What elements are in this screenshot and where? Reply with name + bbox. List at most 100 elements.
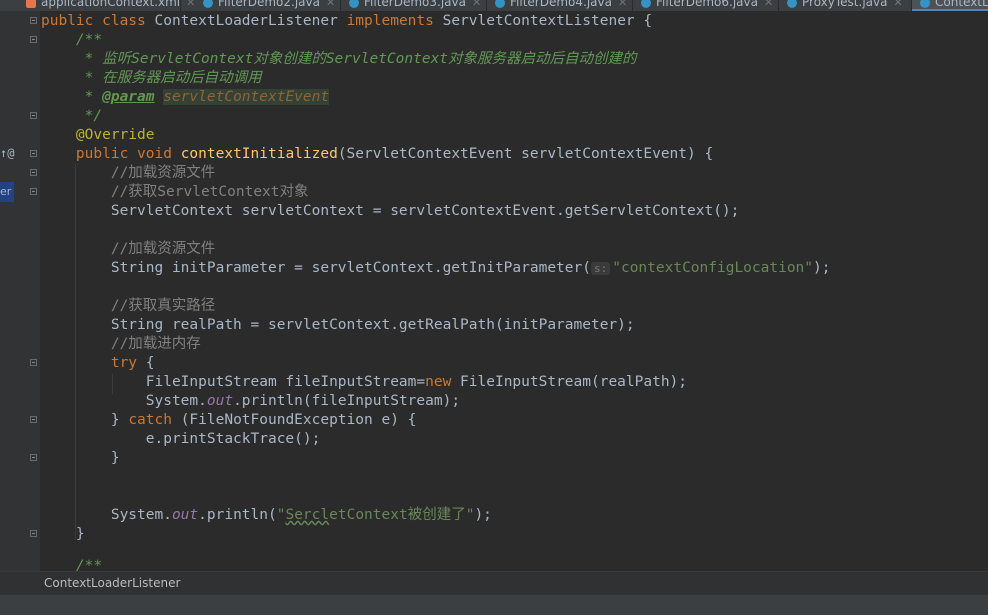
xml-file-icon	[26, 0, 36, 8]
code-line-22: }	[41, 450, 120, 466]
override-method-icon[interactable]: ↑@	[0, 146, 14, 160]
code-text: .println(	[198, 507, 277, 523]
breadcrumb[interactable]: ContextLoaderListener	[44, 576, 180, 590]
static-field: out	[171, 507, 199, 523]
fold-toggle-icon[interactable]	[30, 188, 37, 195]
fold-toggle-icon[interactable]	[30, 17, 37, 24]
code-text: FileInputStream(realPath);	[451, 374, 688, 390]
tab-contextloaderlistener[interactable]: ContextL	[912, 0, 988, 11]
code-line-8: public void contextInitialized(ServletCo…	[41, 145, 713, 164]
method-params: (ServletContextEvent servletContextEvent…	[337, 146, 714, 162]
java-class-icon	[203, 0, 213, 8]
keyword: implements	[346, 13, 443, 29]
code-line-3: * 监听ServletContext对象创建的ServletContext对象服…	[41, 51, 637, 67]
tab-label: FilterDemo2.java	[218, 0, 320, 9]
code-text: String initParameter = servletContext.ge…	[41, 260, 591, 276]
tab-application-context-xml[interactable]: applicationContext.xml ✕	[18, 0, 195, 11]
code-line-11: ServletContext servletContext = servletC…	[41, 203, 740, 219]
code-text: }	[41, 412, 129, 428]
doc-space	[155, 89, 164, 105]
keyword: catch	[128, 412, 172, 428]
code-line-14: //获取真实路径	[41, 298, 216, 314]
code-line-10: //获取ServletContext对象	[41, 184, 309, 200]
fold-toggle-icon[interactable]	[30, 530, 37, 537]
code-line-7: @Override	[41, 127, 155, 143]
code-line-15: String realPath = servletContext.getReal…	[41, 317, 635, 333]
bottom-strip	[0, 595, 988, 615]
close-icon[interactable]: ✕	[893, 0, 902, 9]
code-line-1: public class ContextLoaderListener imple…	[41, 12, 652, 31]
fold-toggle-icon[interactable]	[30, 169, 37, 176]
tab-label: applicationContext.xml	[41, 0, 181, 9]
editor-gutter: ↑@	[0, 11, 40, 571]
code-line-20: } catch (FileNotFoundException e) {	[41, 411, 417, 430]
fold-toggle-icon[interactable]	[30, 150, 37, 157]
close-icon[interactable]: ✕	[186, 0, 195, 9]
code-line-19: System.out.println(fileInputStream);	[41, 392, 460, 411]
code-line-18: FileInputStream fileInputStream=new File…	[41, 373, 687, 392]
code-line-23: System.out.println("SercletContext被创建了")…	[41, 506, 492, 525]
code-text: );	[474, 507, 492, 523]
fold-toggle-icon[interactable]	[30, 416, 37, 423]
code-line-4: * 在服务器启动后自动调用	[41, 70, 262, 86]
code-line-13: String initParameter = servletContext.ge…	[41, 259, 831, 278]
string-literal: etContext被创建了"	[329, 507, 475, 523]
code-text: );	[813, 260, 831, 276]
static-field: out	[206, 393, 234, 409]
java-class-icon	[787, 0, 797, 8]
code-line-17: try {	[41, 354, 155, 373]
java-class-icon	[920, 0, 930, 8]
close-icon[interactable]: ✕	[326, 0, 335, 9]
string-literal: "contextConfigLocation"	[612, 260, 814, 276]
side-panel-label[interactable]: er	[0, 182, 14, 202]
java-class-icon	[495, 0, 505, 8]
doc-tag: @param	[102, 89, 155, 105]
close-icon[interactable]: ✕	[764, 0, 773, 9]
java-class-icon	[349, 0, 359, 8]
code-text: FileInputStream fileInputStream=	[41, 374, 426, 390]
interface-name: ServletContextListener {	[442, 13, 653, 29]
code-line-25: /**	[41, 558, 103, 571]
code-line-16: //加载进内存	[41, 336, 201, 352]
tab-proxytest[interactable]: ProxyTest.java ✕	[779, 0, 912, 11]
fold-toggle-icon[interactable]	[30, 36, 37, 43]
tab-label: FilterDemo4.java	[510, 0, 612, 9]
code-text: {	[137, 355, 155, 371]
tab-label: FilterDemo6.java	[656, 0, 758, 9]
java-class-icon	[641, 0, 651, 8]
breadcrumb-bar: ContextLoaderListener	[0, 571, 988, 595]
code-text: .println(fileInputStream);	[233, 393, 461, 409]
class-name: ContextLoaderListener	[154, 13, 347, 29]
keyword: try	[41, 355, 138, 371]
tab-filterdemo2[interactable]: FilterDemo2.java ✕	[195, 0, 341, 11]
code-line-24: }	[41, 526, 85, 542]
code-line-9: //加载资源文件	[41, 165, 216, 181]
code-line-6: */	[41, 108, 103, 124]
code-text: System.	[41, 393, 207, 409]
method-name: contextInitialized	[180, 146, 338, 162]
keyword: new	[425, 374, 452, 390]
doc-prefix: *	[41, 89, 103, 105]
tab-filterdemo6[interactable]: FilterDemo6.java ✕	[633, 0, 779, 11]
code-line-12: //加载资源文件	[41, 241, 216, 257]
fold-toggle-icon[interactable]	[30, 359, 37, 366]
close-icon[interactable]: ✕	[472, 0, 481, 9]
code-line-5: * @param servletContextEvent	[41, 88, 330, 107]
tab-filterdemo4[interactable]: FilterDemo4.java ✕	[487, 0, 633, 11]
tab-label: ContextL	[935, 0, 988, 9]
tab-label: ProxyTest.java	[802, 0, 888, 9]
editor-tab-bar: applicationContext.xml ✕ FilterDemo2.java…	[0, 0, 988, 11]
close-icon[interactable]: ✕	[618, 0, 627, 9]
parameter-hint: s:	[590, 262, 611, 275]
code-line-21: e.printStackTrace();	[41, 431, 321, 447]
tab-filterdemo3[interactable]: FilterDemo3.java ✕	[341, 0, 487, 11]
keyword: public void	[41, 146, 181, 162]
typo-highlight: Sercl	[285, 507, 330, 523]
code-text: System.	[41, 507, 172, 523]
doc-param-name: servletContextEvent	[163, 89, 330, 105]
code-text: (FileNotFoundException e) {	[171, 412, 417, 428]
fold-toggle-icon[interactable]	[30, 112, 37, 119]
tab-label: FilterDemo3.java	[364, 0, 466, 9]
fold-toggle-icon[interactable]	[30, 454, 37, 461]
keyword: public class	[41, 13, 155, 29]
